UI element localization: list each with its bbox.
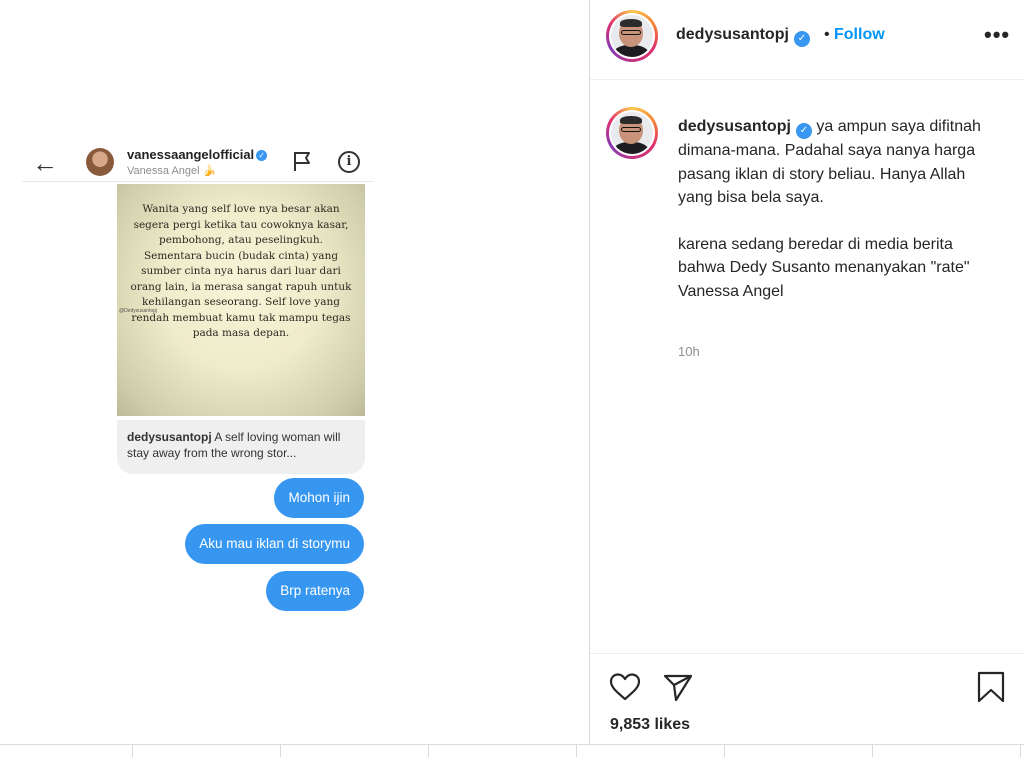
bottom-tick — [132, 745, 133, 757]
message-bubble: Brp ratenya — [266, 571, 364, 611]
post-actions: 9,853 likes — [590, 653, 1024, 744]
story-reply-username: dedysusantopj — [127, 430, 212, 444]
bottom-tick — [428, 745, 429, 757]
flag-icon — [294, 152, 310, 171]
story-image: Wanita yang self love nya besar akan seg… — [117, 184, 365, 416]
separator-dot: • — [824, 26, 830, 43]
bottom-tick — [724, 745, 725, 757]
likes-count[interactable]: 9,853 likes — [610, 716, 690, 734]
header-avatar[interactable] — [606, 10, 658, 62]
dm-contact-name: Vanessa Angel 🍌 — [127, 165, 217, 177]
more-options-icon[interactable]: ••• — [984, 22, 1010, 48]
dm-contact-username-text: vanessaangelofficial — [127, 147, 255, 162]
story-reply-caption: dedysusantopj A self loving woman will s… — [117, 420, 365, 474]
post-caption: dedysusantopj ✓ ya ampun saya difitnah di… — [678, 115, 994, 303]
back-arrow-icon: ← — [32, 148, 58, 178]
bottom-divider — [0, 744, 1024, 745]
header-username-text[interactable]: dedysusantopj — [676, 26, 789, 43]
bottom-tick — [1020, 745, 1021, 757]
caption-text-2: karena sedang beredar di media berita ba… — [678, 235, 970, 300]
paper-plane-icon[interactable] — [661, 670, 695, 704]
info-icon: i — [338, 151, 360, 173]
post-media[interactable]: ← vanessaangelofficial ✓ Vanessa Angel 🍌 … — [0, 0, 589, 744]
bottom-tick — [872, 745, 873, 757]
post-timestamp[interactable]: 10h — [678, 344, 700, 359]
message-bubble: Aku mau iklan di storymu — [185, 524, 364, 564]
dm-contact-avatar — [86, 148, 114, 176]
message-bubble: Mohon ijin — [274, 478, 364, 518]
dm-header: ← vanessaangelofficial ✓ Vanessa Angel 🍌 … — [22, 144, 374, 182]
heart-icon[interactable] — [608, 670, 642, 704]
follow-button[interactable]: Follow — [834, 26, 885, 44]
story-watermark: @Dedysusantopj — [119, 308, 158, 314]
verified-icon: ✓ — [256, 150, 268, 162]
panel-divider — [589, 0, 590, 744]
bookmark-icon[interactable] — [974, 670, 1008, 704]
header-username[interactable]: dedysusantopj ✓ — [676, 26, 810, 47]
dm-screenshot: ← vanessaangelofficial ✓ Vanessa Angel 🍌 … — [22, 144, 374, 614]
bottom-tick — [576, 745, 577, 757]
verified-icon: ✓ — [795, 123, 812, 139]
dm-contact-username: vanessaangelofficial ✓ — [127, 147, 268, 162]
caption-avatar[interactable] — [606, 107, 658, 159]
caption-username[interactable]: dedysusantopj — [678, 118, 791, 135]
verified-icon: ✓ — [793, 31, 810, 47]
story-quote-text: Wanita yang self love nya besar akan seg… — [130, 203, 352, 339]
bottom-tick — [280, 745, 281, 757]
